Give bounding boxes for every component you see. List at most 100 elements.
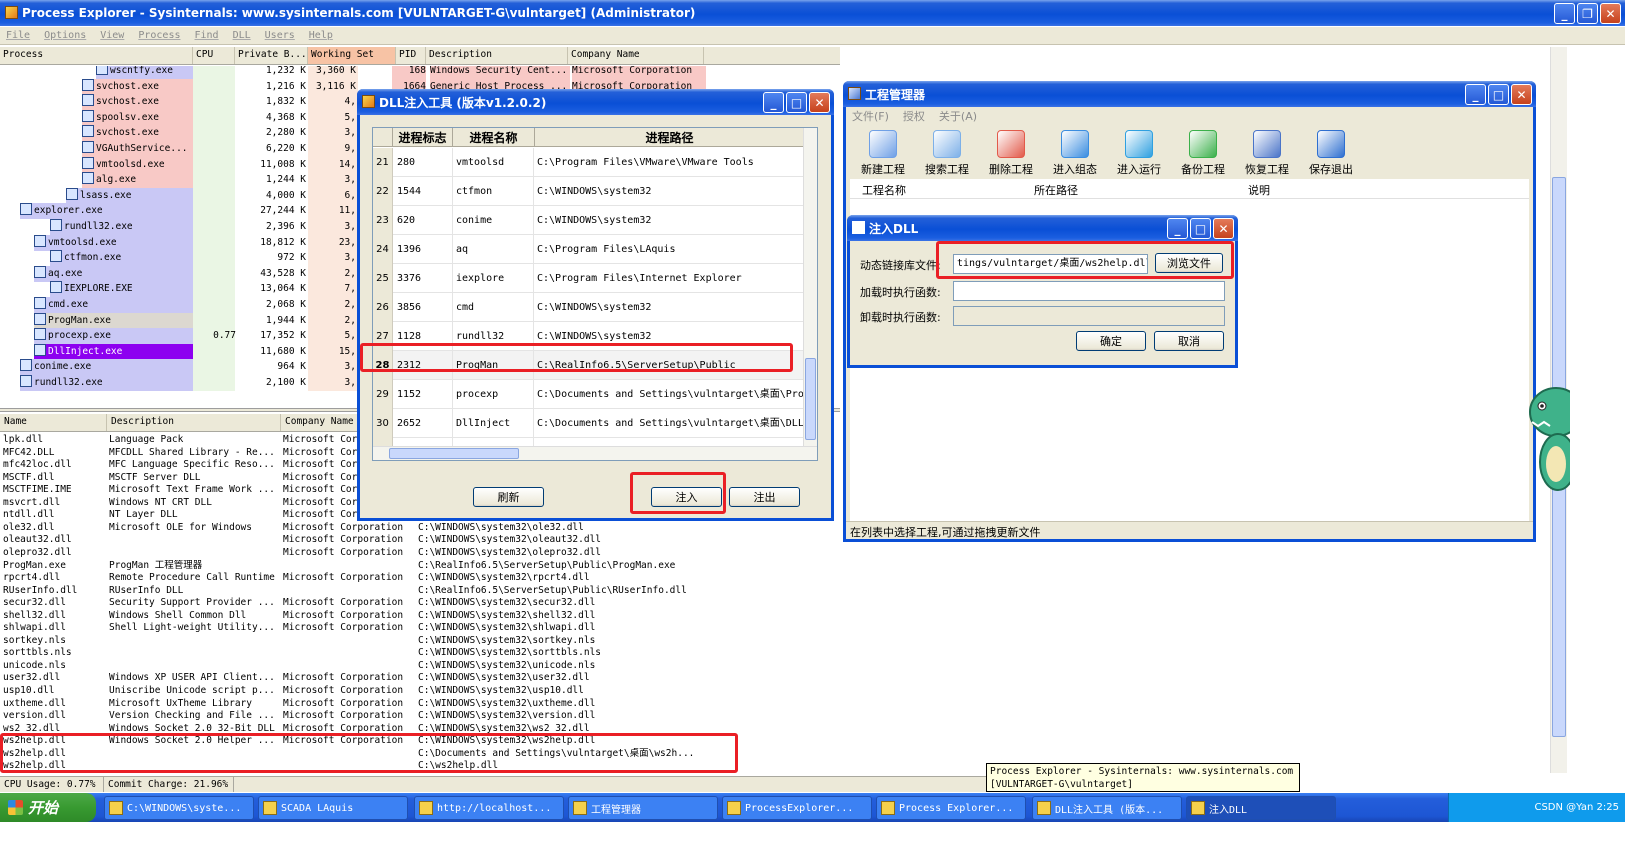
task-project-manager[interactable]: 工程管理器 bbox=[568, 796, 718, 820]
search-project-button[interactable]: 搜索工程 bbox=[916, 127, 978, 179]
task-inject-dll[interactable]: 注入DLL bbox=[1186, 796, 1336, 820]
unload-function-input[interactable] bbox=[953, 306, 1225, 326]
process-priv: 2,280 K bbox=[236, 125, 306, 142]
process-name: svchost.exe bbox=[96, 96, 159, 108]
col-process[interactable]: Process bbox=[0, 47, 193, 64]
new-project-button[interactable]: 新建工程 bbox=[852, 127, 914, 179]
menu-options[interactable]: Options bbox=[44, 30, 86, 41]
dll-row[interactable]: ProgMan.exe ProgMan 工程管理器 C:\RealInfo6.5\S… bbox=[0, 560, 990, 573]
dll-injector-title-bar[interactable]: DLL注入工具 (版本v1.2.0.2) _ □ ✕ bbox=[357, 89, 834, 115]
backup-project-button[interactable]: 备份工程 bbox=[1172, 127, 1234, 179]
minimize-button[interactable]: _ bbox=[1554, 3, 1575, 24]
menu-view[interactable]: View bbox=[100, 30, 124, 41]
grid-row[interactable]: 26 3856 cmd C:\WINDOWS\system32 bbox=[373, 293, 805, 322]
process-row[interactable]: wscntfy.exe 1,232 K 3,360 K 168 Windows Secu… bbox=[0, 66, 840, 79]
grid-row[interactable]: 21 280 vmtoolsd C:\Program Files\VMware\VMw… bbox=[373, 148, 805, 177]
col-working-set[interactable]: Working Set bbox=[308, 47, 396, 64]
close-button[interactable]: ✕ bbox=[809, 92, 830, 113]
task-scada[interactable]: SCADA LAquis bbox=[258, 796, 408, 820]
menu-process[interactable]: Process bbox=[138, 30, 180, 41]
task-explorer-folder[interactable]: ProcessExplorer... bbox=[722, 796, 872, 820]
menu-find[interactable]: Find bbox=[195, 30, 219, 41]
dll-row[interactable]: secur32.dll Security Support Provider ...… bbox=[0, 597, 990, 610]
close-button[interactable]: ✕ bbox=[1511, 84, 1532, 105]
grid-row[interactable]: 25 3376 iexplore C:\Program Files\Internet … bbox=[373, 264, 805, 293]
task-dll-injector[interactable]: DLL注入工具 (版本... bbox=[1032, 796, 1182, 820]
menu-dll[interactable]: DLL bbox=[233, 30, 251, 41]
grid-row[interactable]: 30 2652 DllInject C:\Documents and Settings… bbox=[373, 409, 805, 438]
scroll-thumb[interactable] bbox=[389, 448, 519, 459]
dll-row[interactable]: unicode.nls C:\WINDOWS\system32\unicode.n… bbox=[0, 660, 990, 673]
task-dll-injector-icon bbox=[1037, 801, 1051, 815]
menu-file[interactable]: File bbox=[6, 30, 30, 41]
task-cmd[interactable]: C:\WINDOWS\syste... bbox=[104, 796, 254, 820]
minimize-button[interactable]: _ bbox=[763, 92, 784, 113]
maximize-button[interactable]: □ bbox=[1190, 218, 1211, 239]
grid-row[interactable]: 24 1396 aq C:\Program Files\LAquis bbox=[373, 235, 805, 264]
eject-button[interactable]: 注出 bbox=[729, 487, 800, 507]
refresh-button[interactable]: 刷新 bbox=[473, 487, 544, 507]
pe-title-bar[interactable]: Process Explorer - Sysinternals: www.sys… bbox=[0, 0, 1625, 26]
cancel-button[interactable]: 取消 bbox=[1154, 331, 1224, 351]
col-name[interactable]: 进程名称 bbox=[453, 128, 535, 146]
restore-project-button[interactable]: 恢复工程 bbox=[1236, 127, 1298, 179]
dll-row[interactable]: ole32.dll Microsoft OLE for Windows Micros… bbox=[0, 522, 990, 535]
dll-row[interactable]: shlwapi.dll Shell Light-weight Utility...… bbox=[0, 622, 990, 635]
delete-project-button[interactable]: 删除工程 bbox=[980, 127, 1042, 179]
col-project-path[interactable]: 所在路径 bbox=[1034, 182, 1078, 198]
dll-row[interactable]: version.dll Version Checking and File ...… bbox=[0, 710, 990, 723]
save-exit-button[interactable]: 保存退出 bbox=[1300, 127, 1362, 179]
maximize-button[interactable]: □ bbox=[786, 92, 807, 113]
close-button[interactable]: ✕ bbox=[1213, 218, 1234, 239]
pm-title-bar[interactable]: 工程管理器 _ □ ✕ bbox=[843, 81, 1536, 107]
scroll-thumb[interactable] bbox=[805, 358, 816, 440]
dll-row[interactable]: user32.dll Windows XP USER API Client... M… bbox=[0, 672, 990, 685]
grid-hscrollbar[interactable] bbox=[373, 446, 817, 460]
menu-license[interactable]: 授权 bbox=[903, 108, 925, 124]
dll-row[interactable]: olepro32.dll Microsoft Corporation C:\WIND… bbox=[0, 547, 990, 560]
ok-button[interactable]: 确定 bbox=[1076, 331, 1146, 351]
col-cpu[interactable]: CPU bbox=[193, 47, 235, 64]
start-button[interactable]: 开始 bbox=[0, 793, 96, 822]
col-pid[interactable]: PID bbox=[396, 47, 426, 64]
col-company[interactable]: Company Name bbox=[568, 47, 704, 64]
enter-run-button[interactable]: 进入运行 bbox=[1108, 127, 1170, 179]
dll-row[interactable]: rpcrt4.dll Remote Procedure Call Runtime M… bbox=[0, 572, 990, 585]
minimize-button[interactable]: _ bbox=[1465, 84, 1486, 105]
inject-title-bar[interactable]: 注入DLL _ □ ✕ bbox=[847, 215, 1238, 241]
task-browser[interactable]: http://localhost... bbox=[414, 796, 564, 820]
maximize-button[interactable]: □ bbox=[1488, 84, 1509, 105]
col-pid[interactable]: 进程标志 bbox=[393, 128, 453, 146]
dll-row[interactable]: oleaut32.dll Microsoft Corporation C:\WIND… bbox=[0, 534, 990, 547]
menu-help[interactable]: Help bbox=[309, 30, 333, 41]
load-function-input[interactable] bbox=[953, 281, 1225, 301]
task-process-explorer[interactable]: Process Explorer... bbox=[876, 796, 1026, 820]
dll-row[interactable]: sorttbls.nls C:\WINDOWS\system32\sorttbls… bbox=[0, 647, 990, 660]
menu-file[interactable]: 文件(F) bbox=[852, 108, 889, 124]
enter-config-button[interactable]: 进入组态 bbox=[1044, 127, 1106, 179]
col-dll-name[interactable]: Name bbox=[0, 414, 107, 431]
grid-row[interactable]: 29 1152 procexp C:\Documents and Settings\v… bbox=[373, 380, 805, 409]
dll-desc: NT Layer DLL bbox=[109, 509, 178, 521]
col-description[interactable]: Description bbox=[426, 47, 568, 64]
grid-row[interactable]: 23 620 conime C:\WINDOWS\system32 bbox=[373, 206, 805, 235]
restore-button[interactable]: ❐ bbox=[1577, 3, 1598, 24]
col-project-note[interactable]: 说明 bbox=[1248, 182, 1270, 198]
minimize-button[interactable]: _ bbox=[1167, 218, 1188, 239]
close-button[interactable]: ✕ bbox=[1600, 3, 1621, 24]
col-dll-description[interactable]: Description bbox=[107, 414, 281, 431]
dll-row[interactable]: sortkey.nls C:\WINDOWS\system32\sortkey.n… bbox=[0, 635, 990, 648]
grid-vscrollbar[interactable] bbox=[803, 128, 817, 448]
process-name-cell: conime.exe bbox=[20, 359, 193, 376]
menu-users[interactable]: Users bbox=[265, 30, 295, 41]
col-project-name[interactable]: 工程名称 bbox=[862, 182, 906, 198]
col-private-bytes[interactable]: Private B... bbox=[235, 47, 308, 64]
dll-row[interactable]: uxtheme.dll Microsoft UxTheme Library Micr… bbox=[0, 698, 990, 711]
grid-row[interactable]: 22 1544 ctfmon C:\WINDOWS\system32 bbox=[373, 177, 805, 206]
dll-name: ntdll.dll bbox=[3, 509, 55, 521]
dll-row[interactable]: usp10.dll Uniscribe Unicode script p... Mi… bbox=[0, 685, 990, 698]
dll-row[interactable]: RUserInfo.dll RUserInfo DLL C:\RealInfo6.5… bbox=[0, 585, 990, 598]
col-path[interactable]: 进程路径 bbox=[535, 128, 805, 146]
dll-row[interactable]: shell32.dll Windows Shell Common Dll Micro… bbox=[0, 610, 990, 623]
menu-about[interactable]: 关于(A) bbox=[939, 108, 977, 124]
